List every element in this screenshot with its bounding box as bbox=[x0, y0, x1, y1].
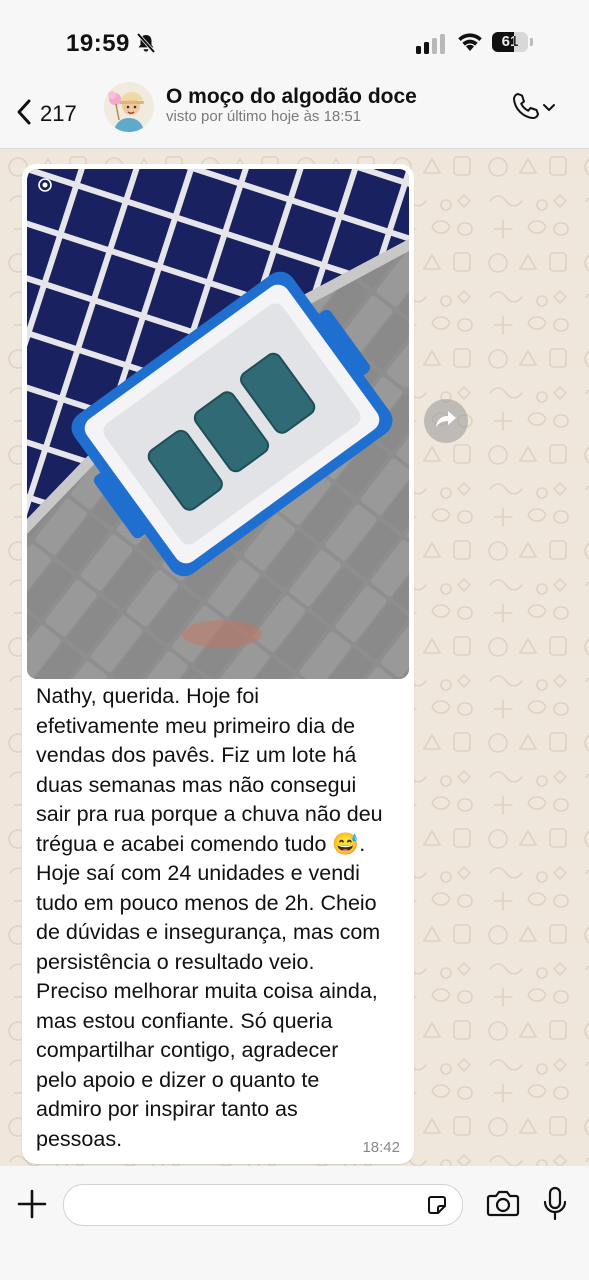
sticker-icon[interactable] bbox=[425, 1193, 449, 1217]
battery-level: 61 bbox=[501, 33, 519, 50]
chat-area[interactable]: Nathy, querida. Hoje foi efetivamente me… bbox=[0, 149, 589, 1166]
chat-header: 217 O moço do algodão doce visto por últ… bbox=[0, 80, 589, 149]
avatar[interactable] bbox=[104, 82, 154, 132]
call-button[interactable] bbox=[510, 90, 562, 122]
battery-icon: 61 bbox=[492, 32, 534, 54]
camera-icon[interactable] bbox=[486, 1188, 520, 1218]
signal-icon bbox=[416, 34, 448, 59]
back-button[interactable]: 217 bbox=[14, 90, 77, 138]
message-text: Nathy, querida. Hoje foi efetivamente me… bbox=[36, 684, 383, 1151]
bell-slash-icon bbox=[135, 32, 157, 59]
status-bar: 19:59 61 bbox=[0, 0, 589, 80]
message-input[interactable] bbox=[78, 1185, 422, 1227]
forward-icon bbox=[435, 409, 457, 434]
last-seen-status: visto por último hoje às 18:51 bbox=[166, 108, 362, 125]
microphone-icon[interactable] bbox=[542, 1186, 568, 1222]
contact-name[interactable]: O moço do algodão doce bbox=[166, 85, 417, 109]
message-input-container[interactable] bbox=[63, 1184, 463, 1227]
message-time: 18:42 bbox=[362, 1139, 400, 1156]
status-time: 19:59 bbox=[66, 30, 130, 57]
composer-bar bbox=[0, 1166, 589, 1280]
cooler-box-photo[interactable] bbox=[27, 169, 409, 679]
wifi-icon bbox=[456, 31, 484, 58]
view-once-icon bbox=[37, 177, 53, 198]
chevron-down-icon bbox=[542, 100, 556, 118]
message-bubble[interactable]: Nathy, querida. Hoje foi efetivamente me… bbox=[22, 164, 414, 1164]
phone-icon bbox=[510, 90, 542, 127]
chevron-left-icon bbox=[14, 98, 34, 131]
plus-icon[interactable] bbox=[14, 1186, 50, 1222]
unread-count: 217 bbox=[40, 101, 77, 126]
forward-button[interactable] bbox=[424, 399, 468, 443]
